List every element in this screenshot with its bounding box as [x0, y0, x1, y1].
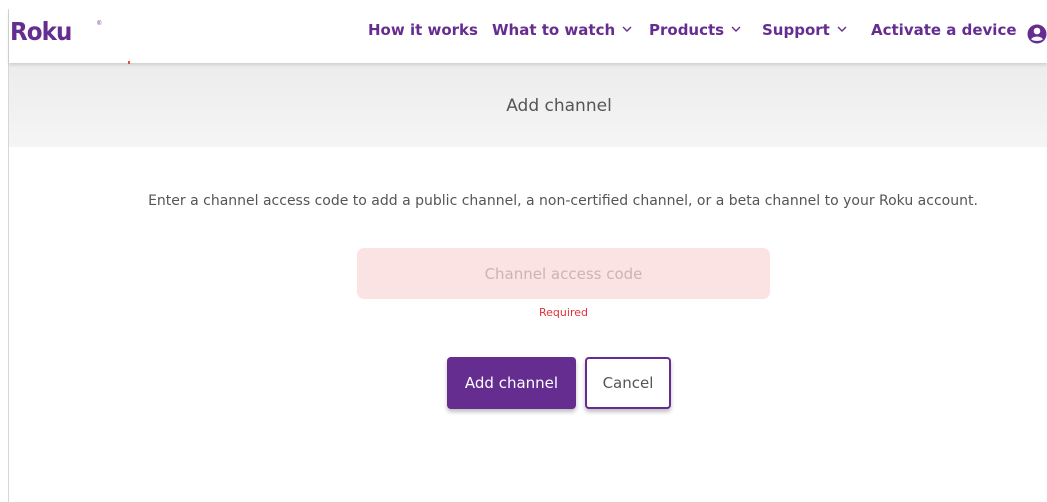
nav-what-to-watch-label: What to watch	[492, 21, 616, 39]
registered-mark: ®	[97, 21, 102, 27]
nav-how-it-works-label: How it works	[368, 21, 478, 39]
nav-products[interactable]: Products	[649, 20, 741, 40]
nav-support-label: Support	[762, 21, 830, 39]
decorative-dot	[128, 61, 130, 64]
channel-access-code-input[interactable]	[357, 248, 770, 299]
user-account-icon[interactable]	[1027, 22, 1047, 46]
roku-logo[interactable]: Roku	[10, 19, 72, 45]
nav-what-to-watch[interactable]: What to watch	[492, 20, 632, 40]
add-channel-button[interactable]: Add channel	[447, 357, 576, 409]
chevron-down-icon	[622, 26, 632, 32]
required-error-text: Required	[539, 306, 588, 319]
top-strip	[0, 0, 1047, 9]
nav-activate-device-label: Activate a device	[871, 21, 1017, 39]
cancel-button[interactable]: Cancel	[585, 357, 671, 409]
page-title-band: Add channel	[9, 63, 1047, 147]
nav-how-it-works[interactable]: How it works	[368, 20, 478, 40]
chevron-down-icon	[731, 26, 741, 32]
site-header: Roku ® How it works What to watch Produc…	[9, 9, 1047, 64]
nav-support[interactable]: Support	[762, 20, 847, 40]
page: Roku ® How it works What to watch Produc…	[0, 0, 1047, 502]
nav-products-label: Products	[649, 21, 725, 39]
chevron-down-icon	[837, 26, 847, 32]
instructions-text: Enter a channel access code to add a pub…	[148, 193, 978, 209]
page-title: Add channel	[506, 96, 612, 116]
nav-activate-device[interactable]: Activate a device	[871, 20, 1017, 40]
